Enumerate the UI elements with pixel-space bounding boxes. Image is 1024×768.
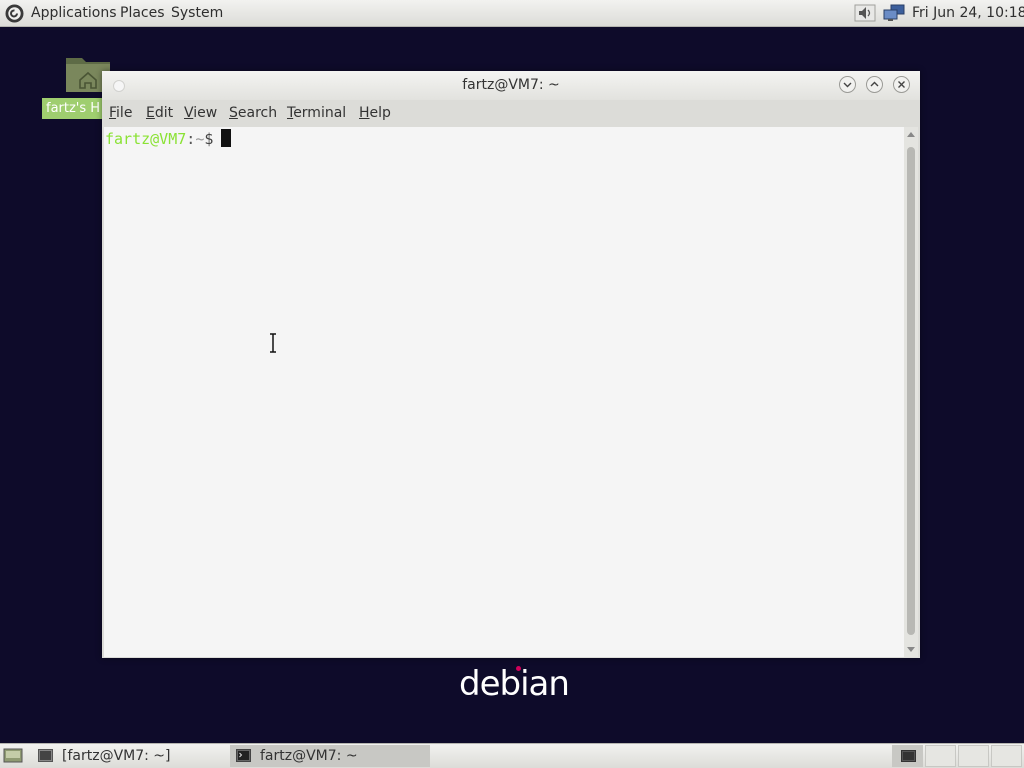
debian-wordmark: debian bbox=[459, 664, 570, 704]
chevron-down-icon bbox=[843, 82, 852, 88]
scroll-up-arrow-icon[interactable] bbox=[907, 132, 915, 137]
prompt-separator: : bbox=[186, 130, 196, 148]
network-icon[interactable] bbox=[882, 4, 906, 22]
workspace-2[interactable] bbox=[925, 745, 956, 767]
show-desktop-icon[interactable] bbox=[3, 748, 23, 763]
maximize-button[interactable] bbox=[866, 76, 883, 93]
system-menu[interactable]: System bbox=[171, 5, 223, 21]
scroll-down-arrow-icon[interactable] bbox=[907, 647, 915, 652]
close-icon bbox=[898, 81, 905, 88]
text-cursor bbox=[221, 129, 232, 147]
debian-swirl-icon[interactable] bbox=[4, 3, 25, 24]
clock[interactable]: Fri Jun 24, 10:18 bbox=[912, 5, 1024, 21]
terminal-text-area[interactable]: fartz@VM7:~$ bbox=[104, 127, 904, 657]
debian-wordmark-dot bbox=[516, 666, 521, 671]
workspace-3[interactable] bbox=[958, 745, 989, 767]
shell-prompt: fartz@VM7:~$ bbox=[105, 129, 232, 148]
file-menu[interactable]: File bbox=[109, 105, 132, 121]
search-menu[interactable]: Search bbox=[229, 105, 277, 121]
top-panel: Applications Places System Fri Jun 24, 1… bbox=[0, 0, 1024, 27]
scroll-thumb[interactable] bbox=[907, 147, 915, 635]
view-menu[interactable]: View bbox=[184, 105, 217, 121]
window-titlebar[interactable]: fartz@VM7: ~ bbox=[102, 71, 920, 100]
home-folder-label[interactable]: fartz's H bbox=[42, 98, 104, 119]
mouse-ibeam-cursor-icon bbox=[270, 333, 276, 353]
terminal-window: fartz@VM7: ~ File Edit View Search Termi… bbox=[102, 71, 920, 658]
taskbar-item-label: fartz@VM7: ~ bbox=[260, 748, 358, 764]
workspace-4[interactable] bbox=[991, 745, 1022, 767]
volume-icon[interactable] bbox=[854, 4, 876, 22]
prompt-dollar: $ bbox=[204, 130, 214, 148]
minimize-button[interactable] bbox=[839, 76, 856, 93]
prompt-user-host: fartz@VM7 bbox=[105, 130, 187, 148]
help-menu[interactable]: Help bbox=[359, 105, 391, 121]
vertical-scrollbar[interactable] bbox=[904, 127, 918, 657]
prompt-path: ~ bbox=[195, 130, 205, 148]
bottom-panel: [fartz@VM7: ~] fartz@VM7: ~ bbox=[0, 743, 1024, 768]
terminal-menu[interactable]: Terminal bbox=[287, 105, 346, 121]
edit-menu[interactable]: Edit bbox=[146, 105, 173, 121]
terminal-menubar: File Edit View Search Terminal Help bbox=[102, 100, 920, 126]
chevron-up-icon bbox=[870, 81, 879, 87]
taskbar-item-active[interactable]: fartz@VM7: ~ bbox=[230, 745, 430, 767]
applications-menu[interactable]: Applications bbox=[31, 5, 117, 21]
terminal-icon bbox=[38, 749, 53, 762]
terminal-icon bbox=[901, 750, 916, 762]
close-button[interactable] bbox=[893, 76, 910, 93]
taskbar-item[interactable]: [fartz@VM7: ~] bbox=[32, 745, 228, 767]
places-menu[interactable]: Places bbox=[120, 5, 165, 21]
workspace-1[interactable] bbox=[892, 745, 923, 767]
terminal-icon bbox=[236, 749, 251, 762]
window-title: fartz@VM7: ~ bbox=[462, 77, 560, 93]
taskbar-item-label: [fartz@VM7: ~] bbox=[62, 748, 171, 764]
